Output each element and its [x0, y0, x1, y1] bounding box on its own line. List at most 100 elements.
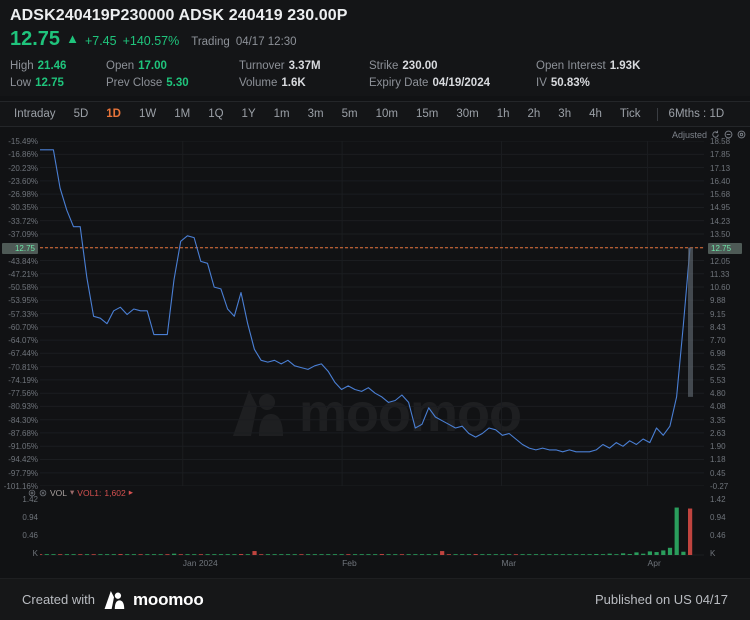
range-label[interactable]: 6Mths : 1D [665, 102, 729, 126]
volume-bar [667, 547, 673, 555]
settings-small-icon[interactable] [28, 489, 36, 497]
stat-label: Low [10, 77, 32, 89]
tab-1m[interactable]: 1m [265, 102, 299, 126]
tab-1y[interactable]: 1Y [233, 102, 265, 126]
volume-bar [98, 554, 103, 555]
percent-tick: -50.58% [8, 283, 38, 293]
close-small-icon[interactable] [39, 489, 47, 497]
tab-1q[interactable]: 1Q [199, 102, 232, 126]
volume-bar [205, 554, 210, 555]
current-price-tag-left: 12.75 [2, 242, 38, 254]
percent-tick: -60.70% [8, 322, 38, 332]
tab-5d[interactable]: 5D [65, 102, 98, 126]
volume-bar [540, 554, 545, 555]
brand-name: moomoo [132, 589, 204, 609]
stat-value: 230.00 [402, 60, 438, 72]
tab-2h[interactable]: 2h [519, 102, 550, 126]
volume-bar [426, 554, 431, 555]
price-tick: 14.23 [710, 216, 731, 226]
timeframe-tabbar[interactable]: Intraday 5D 1D 1W 1M 1Q 1Y 1m 3m 5m 10m 15m 30m 1h 2h 3… [0, 101, 750, 127]
volume-label: VOL [50, 487, 68, 498]
price-summary: 12.75 ▲ +7.45 +140.57% Trading 04/17 12:… [10, 29, 740, 52]
stat-value: 3.37M [288, 60, 321, 72]
tab-3m[interactable]: 3m [299, 102, 333, 126]
percent-tick: -47.21% [8, 269, 38, 279]
percent-tick: -20.23% [8, 163, 38, 173]
tab-tick[interactable]: Tick [611, 102, 650, 126]
volume-caret-icon[interactable]: ▾ [70, 487, 74, 498]
volume-bar [252, 551, 257, 555]
date-tick: Apr [647, 558, 661, 568]
volume-bar [58, 554, 63, 555]
refresh-icon[interactable] [711, 130, 720, 139]
volume-tick: 0.94 [710, 513, 726, 522]
volume-bar [165, 554, 170, 555]
tab-30m[interactable]: 30m [447, 102, 487, 126]
volume-bar [71, 554, 76, 555]
tab-1h[interactable]: 1h [488, 102, 519, 126]
volume-bar [486, 554, 492, 555]
price-tick: 9.88 [710, 296, 726, 306]
volume-bar [218, 554, 224, 555]
current-price-tag-right: 12.75 [708, 242, 742, 254]
volume-bar-plot[interactable] [40, 499, 704, 557]
tab-1m[interactable]: 1M [165, 102, 199, 126]
volume-tick: 0.46 [710, 531, 726, 540]
stat-open: Open 17.00 [106, 58, 239, 75]
tab-15m[interactable]: 15m [407, 102, 447, 126]
percent-tick: -77.56% [8, 389, 38, 399]
price-tick: 1.90 [710, 442, 726, 452]
volume-bar [172, 553, 177, 555]
adjusted-label[interactable]: Adjusted [672, 130, 707, 140]
volume-tick: K [32, 549, 38, 558]
tab-4h[interactable]: 4h [580, 102, 611, 126]
stat-value: 21.46 [37, 60, 67, 72]
volume-bar [574, 554, 579, 555]
footer-brand-group: Created with moomoo [22, 590, 204, 610]
tab-1d[interactable]: 1D [97, 102, 130, 126]
volume-bar [91, 554, 96, 555]
volume-bar [587, 554, 592, 555]
price-line-plot[interactable] [40, 141, 704, 486]
tab-3h[interactable]: 3h [549, 102, 580, 126]
percent-tick: -87.68% [8, 428, 38, 438]
volume-bar [379, 554, 384, 555]
tab-5m[interactable]: 5m [333, 102, 367, 126]
percent-tick: -26.98% [8, 190, 38, 200]
stat-open-interest: Open Interest 1.93K [536, 58, 640, 75]
volume-bar [567, 554, 572, 555]
volume-bar [44, 554, 49, 555]
volume-bar [40, 554, 43, 555]
volume-bar [292, 554, 297, 555]
tab-10m[interactable]: 10m [367, 102, 407, 126]
volume-bar [466, 554, 472, 555]
volume-bar [373, 554, 378, 555]
tab-1w[interactable]: 1W [130, 102, 165, 126]
volume-bar [513, 554, 518, 555]
volume-bar [105, 554, 110, 555]
price-tick: -0.27 [710, 482, 729, 491]
zoom-out-icon[interactable] [724, 130, 733, 139]
volume-bar [198, 554, 204, 555]
volume-bar [473, 554, 478, 555]
percent-tick: -23.60% [8, 176, 38, 186]
volume-series-value: 1,602 [104, 487, 126, 498]
tab-intraday[interactable]: Intraday [8, 102, 65, 126]
volume-bar [520, 554, 525, 555]
chart-toolbar[interactable]: Adjusted [672, 127, 746, 142]
price-tick: 14.95 [710, 203, 731, 213]
stat-value: 17.00 [138, 60, 167, 72]
stat-turnover: Turnover 3.37M [239, 58, 369, 75]
stat-label: High [10, 60, 34, 72]
volume-bar [259, 554, 264, 555]
volume-indicator-header[interactable]: VOL ▾ VOL1: 1,602 ▸ [28, 487, 133, 498]
settings-icon[interactable] [737, 130, 746, 139]
volume-bar [406, 554, 411, 555]
stat-label: Prev Close [106, 77, 163, 89]
volume-bar [145, 554, 150, 555]
price-tick: 1.18 [710, 455, 726, 465]
volume-expand-icon[interactable]: ▸ [129, 487, 133, 498]
chart-area[interactable]: Adjusted moomoo -15.49% -16.86% -20.23% … [0, 127, 750, 570]
price-tick: 6.25 [710, 362, 726, 372]
volume-bar [493, 554, 498, 555]
